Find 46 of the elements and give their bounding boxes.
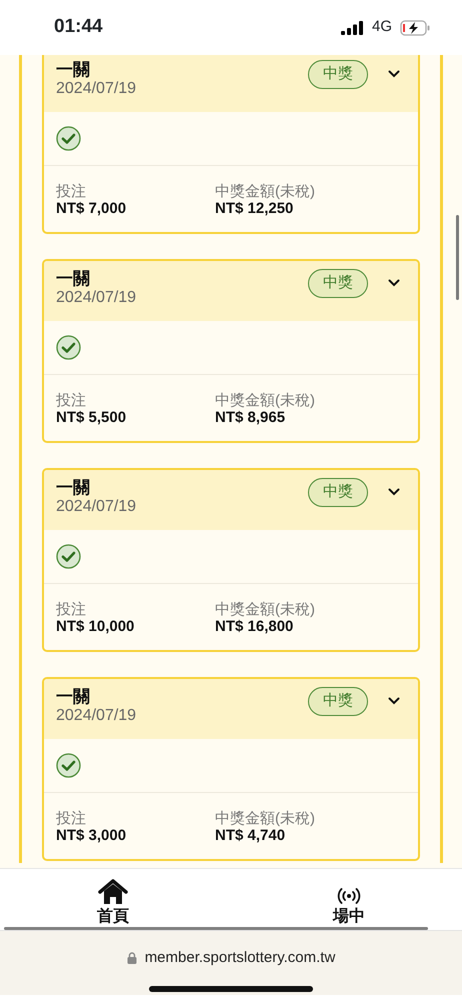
network-label: 4G (372, 17, 392, 38)
payout-amount: NT$ 16,800 (215, 618, 294, 636)
nav-tab[interactable]: 場中 (333, 905, 365, 929)
status-badge: 中獎 (308, 60, 368, 88)
stake-amount: NT$ 10,000 (56, 618, 136, 636)
stake-label: 投注 (56, 810, 87, 827)
chevron-down-icon[interactable] (388, 70, 400, 78)
stake-label: 投注 (56, 601, 87, 618)
stake-label: 投注 (56, 392, 87, 409)
bet-date: 2024/07/19 (56, 79, 136, 99)
bet-title: 一關 (56, 269, 91, 288)
check-circle-icon (56, 335, 81, 360)
status-badge: 中獎 (308, 269, 368, 298)
chevron-down-icon[interactable] (388, 697, 400, 705)
chevron-down-icon[interactable] (388, 488, 400, 496)
chevron-down-icon[interactable] (388, 279, 400, 287)
stake-amount: NT$ 7,000 (56, 200, 128, 218)
stake-label: 投注 (56, 183, 87, 200)
lock-icon (126, 952, 137, 964)
payout-amount: NT$ 4,740 (215, 827, 286, 845)
bet-title: 一關 (56, 60, 91, 79)
url-text[interactable]: member.sportslottery.com.tw (144, 947, 336, 970)
status-badge: 中獎 (308, 478, 368, 506)
bet-date: 2024/07/19 (56, 706, 136, 726)
battery-icon (400, 20, 430, 36)
broadcast-icon (337, 887, 361, 905)
status-badge: 中獎 (308, 687, 368, 716)
home-icon (98, 879, 128, 905)
payout-label: 中獎金額(未稅) (215, 183, 315, 200)
stake-amount: NT$ 5,500 (56, 409, 128, 427)
payout-label: 中獎金額(未稅) (215, 601, 315, 618)
bet-title: 一關 (56, 687, 91, 706)
signal-icon (340, 20, 364, 34)
nav-tab[interactable]: 首頁 (97, 905, 129, 929)
stake-amount: NT$ 3,000 (56, 827, 128, 845)
bet-date: 2024/07/19 (56, 288, 136, 308)
payout-label: 中獎金額(未稅) (215, 810, 315, 827)
check-circle-icon (56, 753, 81, 778)
payout-label: 中獎金額(未稅) (215, 392, 315, 409)
status-time: 01:44 (54, 15, 103, 40)
check-circle-icon (56, 544, 81, 569)
payout-amount: NT$ 8,965 (215, 409, 286, 427)
bet-title: 一關 (56, 478, 91, 497)
bet-date: 2024/07/19 (56, 497, 136, 517)
payout-amount: NT$ 12,250 (215, 200, 294, 218)
check-circle-icon (56, 126, 81, 151)
